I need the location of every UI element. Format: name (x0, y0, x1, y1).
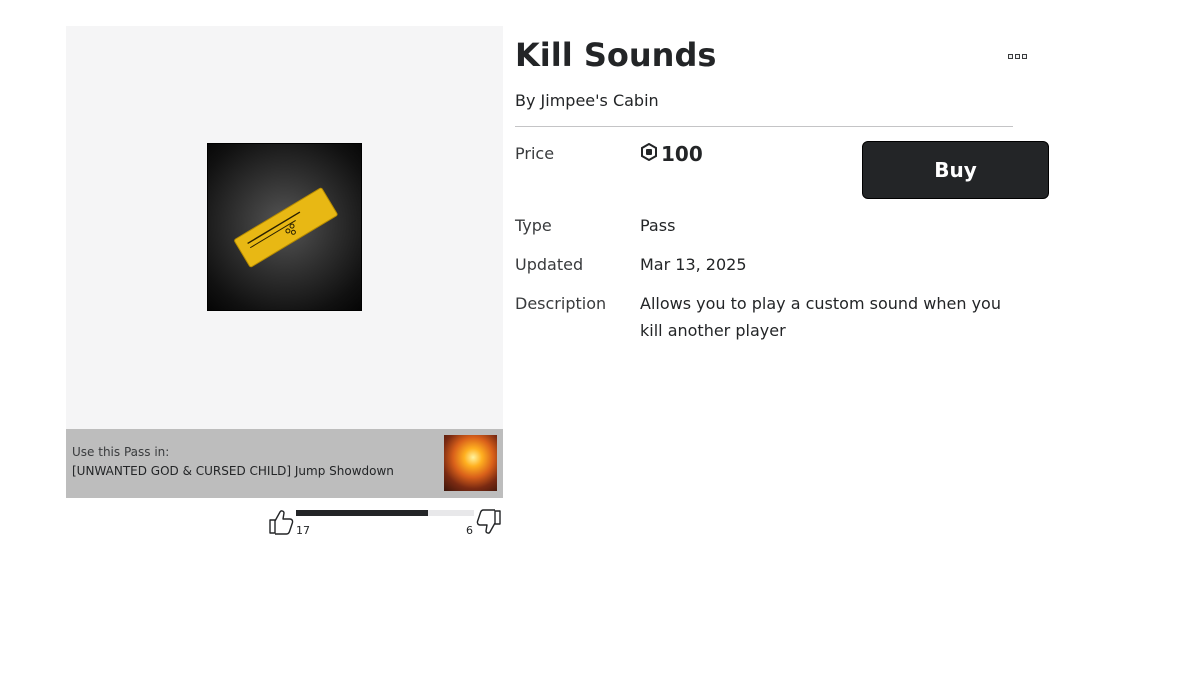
use-pass-label: Use this Pass in: (72, 445, 170, 459)
more-options-icon[interactable] (1008, 50, 1034, 62)
thumbnail-panel: Use this Pass in: [UNWANTED GOD & CURSED… (66, 26, 503, 498)
vote-section: 17 6 (268, 506, 504, 542)
price-value: 100 (661, 142, 703, 166)
robux-icon (640, 142, 658, 165)
price: 100 (640, 142, 703, 166)
creator-link[interactable]: By Jimpee's Cabin (515, 91, 659, 110)
vote-bar-fill (296, 510, 428, 516)
price-label: Price (515, 144, 555, 163)
vote-bar (296, 510, 474, 516)
updated-value: Mar 13, 2025 (640, 255, 747, 274)
updated-label: Updated (515, 255, 584, 274)
description-value: Allows you to play a custom sound when y… (640, 294, 1001, 340)
type-label: Type (515, 216, 552, 235)
pass-badge-icon (234, 187, 338, 268)
thumbs-down-icon[interactable] (476, 508, 502, 540)
game-link[interactable]: [UNWANTED GOD & CURSED CHILD] Jump Showd… (72, 464, 394, 478)
item-title: Kill Sounds (515, 36, 717, 74)
use-pass-in-bar[interactable]: Use this Pass in: [UNWANTED GOD & CURSED… (66, 429, 503, 498)
type-value: Pass (640, 216, 676, 235)
upvote-count: 17 (296, 524, 310, 537)
divider (515, 126, 1013, 127)
game-thumbnail[interactable] (444, 435, 497, 491)
description-label: Description (515, 294, 607, 313)
buy-button[interactable]: Buy (862, 141, 1049, 199)
thumbs-up-icon[interactable] (268, 508, 294, 540)
downvote-count: 6 (466, 524, 473, 537)
pass-image (207, 143, 362, 311)
